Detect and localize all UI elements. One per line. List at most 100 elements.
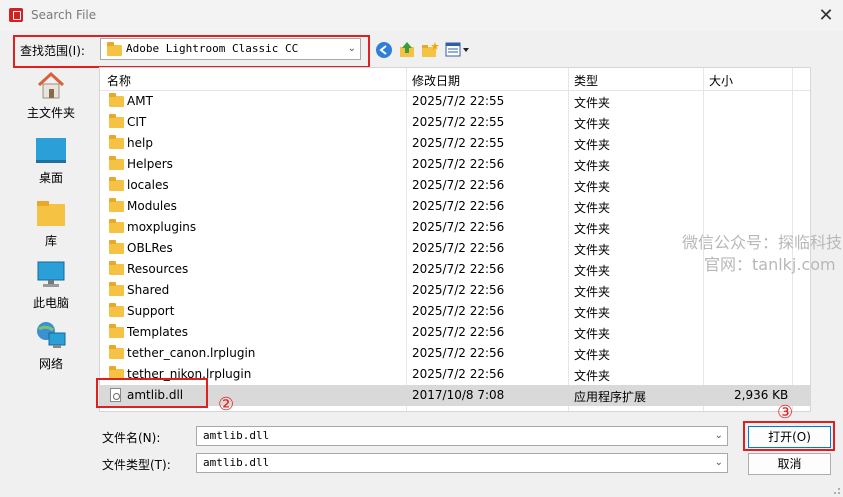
chevron-down-icon: ⌄ — [347, 43, 356, 54]
place-network[interactable]: 网络 — [9, 317, 93, 375]
file-date: 2025/7/2 22:56 — [412, 220, 505, 234]
close-button[interactable]: ✕ — [814, 5, 838, 27]
folder-icon — [109, 198, 124, 212]
file-type: 文件夹 — [574, 117, 611, 131]
file-row[interactable]: AMT 2025/7/2 22:55 文件夹 — [100, 91, 810, 112]
places-bar: 主文件夹 桌面 库 此电脑 网络 — [9, 66, 93, 406]
open-button[interactable]: 打开(O) — [748, 426, 831, 448]
file-date: 2025/7/2 22:55 — [412, 94, 505, 108]
title-bar: Search File ✕ — [0, 0, 843, 31]
file-date: 2025/7/2 22:56 — [412, 325, 505, 339]
file-name: AMT — [127, 94, 153, 108]
chevron-down-icon: ⌄ — [714, 430, 723, 441]
folder-icon — [109, 219, 124, 233]
place-label: 库 — [44, 234, 57, 248]
file-type: 文件夹 — [574, 201, 611, 215]
file-date: 2025/7/2 22:55 — [412, 136, 505, 150]
folder-icon — [109, 114, 124, 128]
filetype-label: 文件类型(T): — [102, 458, 171, 472]
desktop-icon — [36, 138, 66, 163]
filename-input[interactable]: amtlib.dll ⌄ — [196, 426, 728, 446]
file-date: 2025/7/2 22:56 — [412, 262, 505, 276]
filename-value: amtlib.dll — [203, 429, 270, 442]
file-name: Templates — [127, 325, 189, 339]
folder-icon — [109, 240, 124, 254]
view-menu-icon[interactable] — [445, 41, 471, 59]
file-type: 文件夹 — [574, 348, 611, 362]
folder-icon — [109, 324, 124, 338]
file-type: 文件夹 — [574, 369, 611, 383]
column-size[interactable]: 大小 — [709, 72, 733, 89]
cancel-button[interactable]: 取消 — [748, 453, 831, 475]
folder-icon — [109, 282, 124, 296]
folder-icon — [109, 345, 124, 359]
home-icon — [37, 71, 65, 99]
file-name: moxplugins — [127, 220, 197, 234]
filetype-value: amtlib.dll — [203, 456, 270, 469]
lookin-label: 查找范围(I): — [20, 44, 85, 58]
file-date: 2025/7/2 22:56 — [412, 241, 505, 255]
file-name: Helpers — [127, 157, 173, 171]
file-row[interactable]: Support 2025/7/2 22:56 文件夹 — [100, 301, 810, 322]
place-home[interactable]: 主文件夹 — [9, 66, 93, 124]
column-name[interactable]: 名称 — [107, 72, 131, 89]
place-label: 此电脑 — [32, 296, 69, 310]
folder-icon — [107, 42, 122, 56]
file-date: 2025/7/2 22:56 — [412, 367, 505, 381]
file-row[interactable]: Shared 2025/7/2 22:56 文件夹 — [100, 280, 810, 301]
window-title: Search File — [31, 8, 97, 22]
file-name: help — [127, 136, 153, 150]
file-row[interactable]: help 2025/7/2 22:55 文件夹 — [100, 133, 810, 154]
file-date: 2017/10/8 7:08 — [412, 388, 505, 402]
file-date: 2025/7/2 22:55 — [412, 115, 505, 129]
file-row[interactable]: Templates 2025/7/2 22:56 文件夹 — [100, 322, 810, 343]
file-row[interactable]: Modules 2025/7/2 22:56 文件夹 — [100, 196, 810, 217]
file-date: 2025/7/2 22:56 — [412, 283, 505, 297]
file-name: CIT — [127, 115, 147, 129]
file-type: 文件夹 — [574, 285, 611, 299]
file-name: Shared — [127, 283, 170, 297]
file-name: tether_canon.lrplugin — [127, 346, 256, 360]
column-modified[interactable]: 修改日期 — [412, 72, 460, 89]
place-library[interactable]: 库 — [9, 194, 93, 252]
computer-icon — [37, 261, 65, 287]
place-computer[interactable]: 此电脑 — [9, 256, 93, 314]
file-name: locales — [127, 178, 169, 192]
folder-icon — [109, 135, 124, 149]
file-size: 2,936 KB — [734, 388, 789, 402]
column-type[interactable]: 类型 — [574, 72, 598, 89]
file-row[interactable]: locales 2025/7/2 22:56 文件夹 — [100, 175, 810, 196]
up-folder-icon[interactable] — [398, 41, 416, 59]
watermark-line1: 微信公众号：探临科技 — [682, 233, 843, 252]
annotation-three: ③ — [777, 402, 794, 423]
file-row[interactable]: tether_canon.lrplugin 2025/7/2 22:56 文件夹 — [100, 343, 810, 364]
watermark-line2: 官网：tanlkj.com — [704, 255, 836, 274]
filetype-select[interactable]: amtlib.dll ⌄ — [196, 453, 728, 473]
place-desktop[interactable]: 桌面 — [9, 131, 93, 189]
file-date: 2025/7/2 22:56 — [412, 157, 505, 171]
new-folder-icon[interactable] — [421, 41, 439, 59]
filename-label: 文件名(N): — [102, 431, 161, 445]
file-name: Support — [127, 304, 175, 318]
file-type: 文件夹 — [574, 159, 611, 173]
file-date: 2025/7/2 22:56 — [412, 199, 505, 213]
network-icon — [37, 322, 66, 348]
file-row[interactable]: CIT 2025/7/2 22:55 文件夹 — [100, 112, 810, 133]
folder-icon — [109, 303, 124, 317]
file-date: 2025/7/2 22:56 — [412, 178, 505, 192]
file-row[interactable]: Helpers 2025/7/2 22:56 文件夹 — [100, 154, 810, 175]
folder-icon — [109, 156, 124, 170]
file-name: OBLRes — [127, 241, 173, 255]
place-label: 桌面 — [38, 171, 63, 185]
place-label: 主文件夹 — [26, 106, 75, 120]
file-type: 文件夹 — [574, 180, 611, 194]
lookin-dropdown[interactable]: Adobe Lightroom Classic CC ⌄ — [100, 38, 361, 60]
folder-icon — [109, 177, 124, 191]
file-type: 文件夹 — [574, 264, 611, 278]
file-type: 文件夹 — [574, 306, 611, 320]
chevron-down-icon: ⌄ — [714, 457, 723, 468]
back-icon[interactable] — [375, 41, 393, 59]
annotation-two: ② — [218, 394, 235, 415]
resize-grip-icon[interactable] — [829, 483, 841, 495]
place-label: 网络 — [38, 357, 63, 371]
